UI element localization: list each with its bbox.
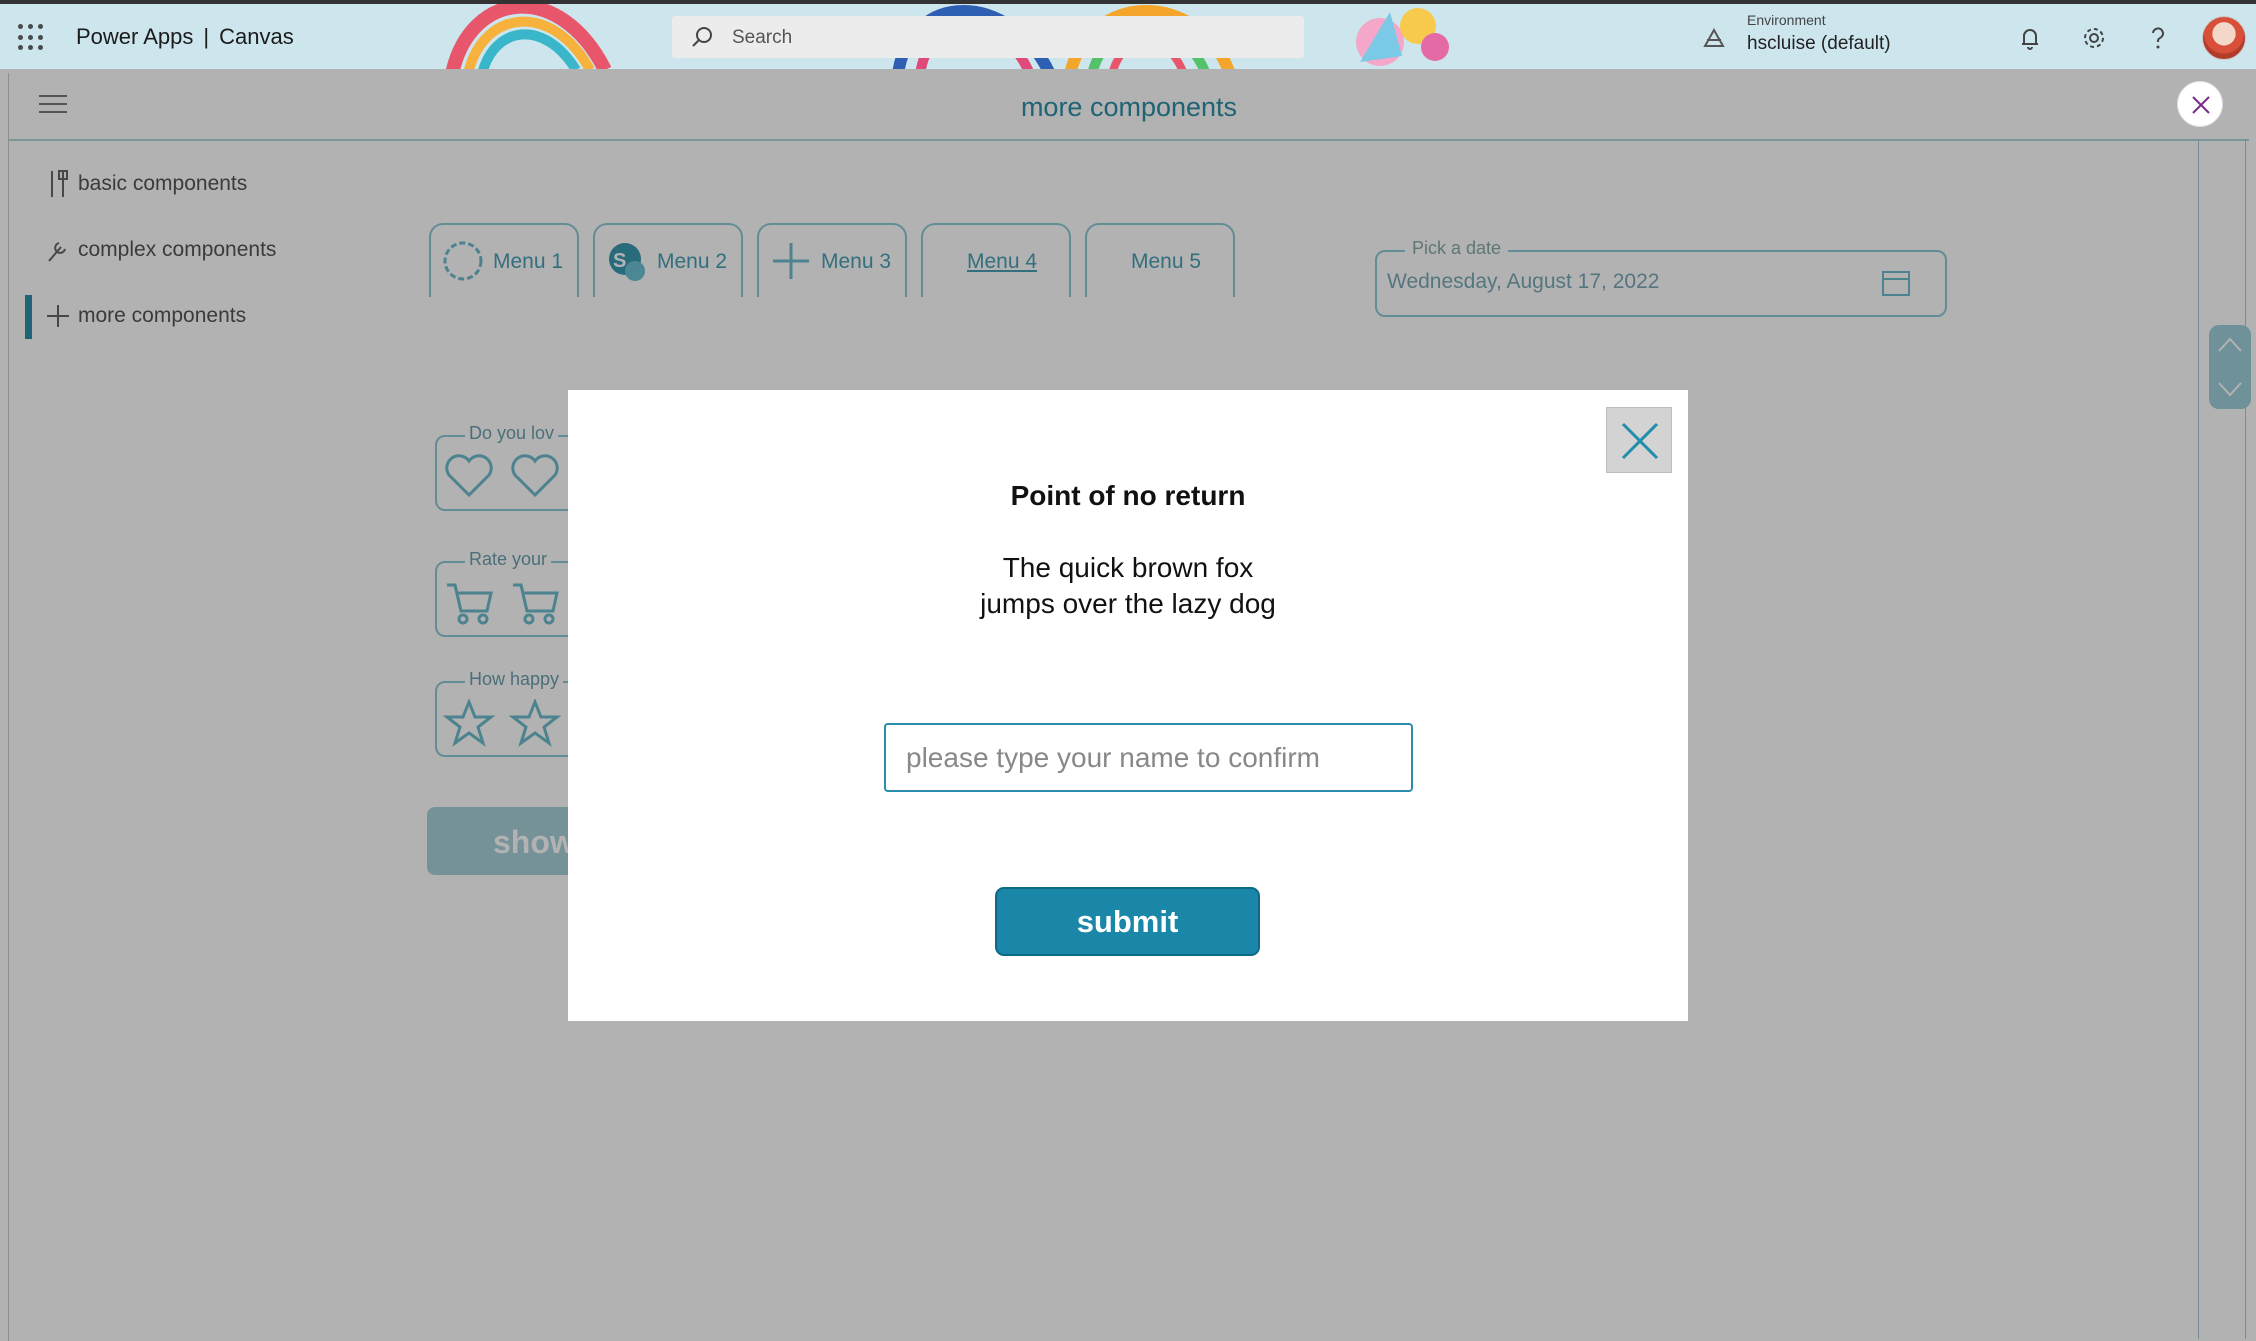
banner-rainbow-left: [446, 4, 612, 69]
dialog-body-line-2: jumps over the lazy dog: [980, 588, 1276, 619]
environment-icon: [1703, 27, 1725, 47]
bell-icon[interactable]: [2016, 24, 2044, 52]
app-launcher-icon[interactable]: [18, 24, 46, 52]
submit-button[interactable]: submit: [995, 887, 1260, 956]
banner-unicorn: [1356, 8, 1449, 66]
avatar[interactable]: [2202, 16, 2246, 60]
brand: Power Apps | Canvas: [76, 24, 294, 49]
name-confirm-input[interactable]: [884, 723, 1413, 792]
dialog-close-button[interactable]: [1606, 407, 1672, 473]
environment-label: Environment: [1747, 12, 1826, 28]
top-bar: Power Apps | Canvas Search Environment hsc…: [0, 0, 2256, 69]
search-placeholder: Search: [732, 27, 793, 48]
confirm-dialog: Point of no return The quick brown fox j…: [568, 390, 1688, 1021]
close-app-button[interactable]: [2177, 81, 2223, 127]
help-icon[interactable]: [2144, 24, 2172, 52]
brand-name[interactable]: Power Apps: [76, 24, 193, 49]
close-icon: [1621, 422, 1659, 460]
gear-icon[interactable]: [2080, 24, 2108, 52]
dialog-body-line-1: The quick brown fox: [1002, 552, 1254, 583]
environment-selector[interactable]: hscluise (default): [1747, 33, 1891, 55]
product-name: Canvas: [219, 24, 294, 49]
search-icon: [692, 27, 712, 47]
search-box[interactable]: Search: [672, 16, 1304, 58]
close-icon: [2192, 96, 2210, 114]
dialog-title: Point of no return: [1010, 480, 1246, 511]
dialog-body: The quick brown fox jumps over the lazy …: [568, 550, 1688, 622]
